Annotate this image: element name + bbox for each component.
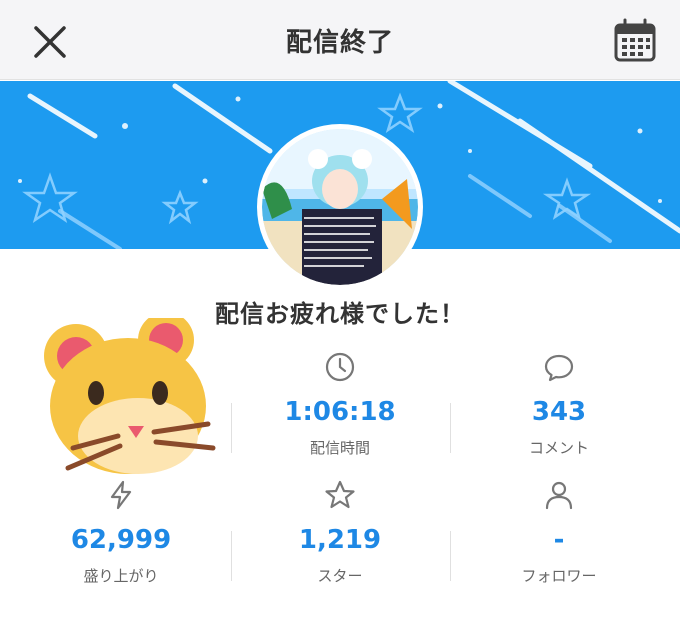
stat-time-label: 配信時間 bbox=[309, 439, 370, 457]
stat-excitement: 62,999 盛り上がり bbox=[12, 473, 230, 593]
calendar-icon[interactable] bbox=[612, 18, 658, 64]
page-title: 配信終了 bbox=[285, 28, 394, 58]
stat-followers-value: - bbox=[553, 525, 565, 555]
stat-time: 1:06:18 配信時間 bbox=[231, 345, 449, 465]
avatar-image bbox=[262, 129, 418, 285]
stat-stars-value: 1,219 bbox=[298, 525, 382, 555]
star-icon bbox=[325, 480, 355, 509]
stat-excitement-value: 62,999 bbox=[70, 525, 172, 555]
stat-followers-label: フォロワー bbox=[521, 567, 597, 585]
comment-icon bbox=[544, 354, 574, 382]
divider bbox=[450, 531, 451, 581]
stat-followers: - フォロワー bbox=[450, 473, 668, 593]
avatar[interactable] bbox=[257, 124, 423, 290]
hamster-mascot-icon bbox=[44, 318, 216, 474]
divider bbox=[450, 403, 451, 453]
header-bar: 配信終了 bbox=[0, 0, 680, 80]
stat-stars-label: スター bbox=[317, 567, 363, 585]
stat-stars: 1,219 スター bbox=[231, 473, 449, 593]
stat-excitement-label: 盛り上がり bbox=[83, 567, 159, 585]
clock-icon bbox=[325, 352, 355, 382]
stat-comments-value: 343 bbox=[531, 397, 587, 427]
stat-comments-label: コメント bbox=[528, 439, 589, 457]
person-icon bbox=[545, 481, 573, 510]
divider bbox=[231, 403, 232, 453]
divider bbox=[231, 531, 232, 581]
stat-comments: 343 コメント bbox=[450, 345, 668, 465]
stat-time-value: 1:06:18 bbox=[284, 397, 396, 427]
